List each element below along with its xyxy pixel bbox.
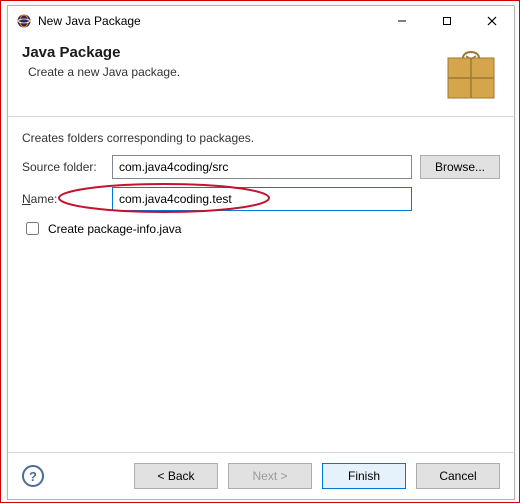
titlebar: New Java Package [8,6,514,36]
source-folder-label: Source folder: [22,160,112,174]
dialog-window: New Java Package Java Package Create a n… [7,5,515,500]
maximize-button[interactable] [424,6,469,36]
window-title: New Java Package [38,14,379,28]
package-icon [442,44,500,102]
name-label: Name: [22,192,112,206]
dialog-subheading: Create a new Java package. [28,65,442,79]
body-description: Creates folders corresponding to package… [22,131,500,145]
dialog-body: Creates folders corresponding to package… [8,117,514,452]
dialog-footer: ? < Back Next > Finish Cancel [8,452,514,499]
source-folder-input[interactable] [112,155,412,179]
back-button[interactable]: < Back [134,463,218,489]
dialog-header: Java Package Create a new Java package. [8,36,514,117]
create-package-info-checkbox[interactable]: Create package-info.java [22,219,500,238]
create-package-info-checkbox-box[interactable] [26,222,39,235]
cancel-button[interactable]: Cancel [416,463,500,489]
create-package-info-label: Create package-info.java [48,222,181,236]
close-button[interactable] [469,6,514,36]
finish-button[interactable]: Finish [322,463,406,489]
name-input[interactable] [112,187,412,211]
next-button: Next > [228,463,312,489]
help-button[interactable]: ? [22,465,44,487]
dialog-heading: Java Package [22,44,442,61]
minimize-button[interactable] [379,6,424,36]
browse-button[interactable]: Browse... [420,155,500,179]
eclipse-icon [16,13,32,29]
